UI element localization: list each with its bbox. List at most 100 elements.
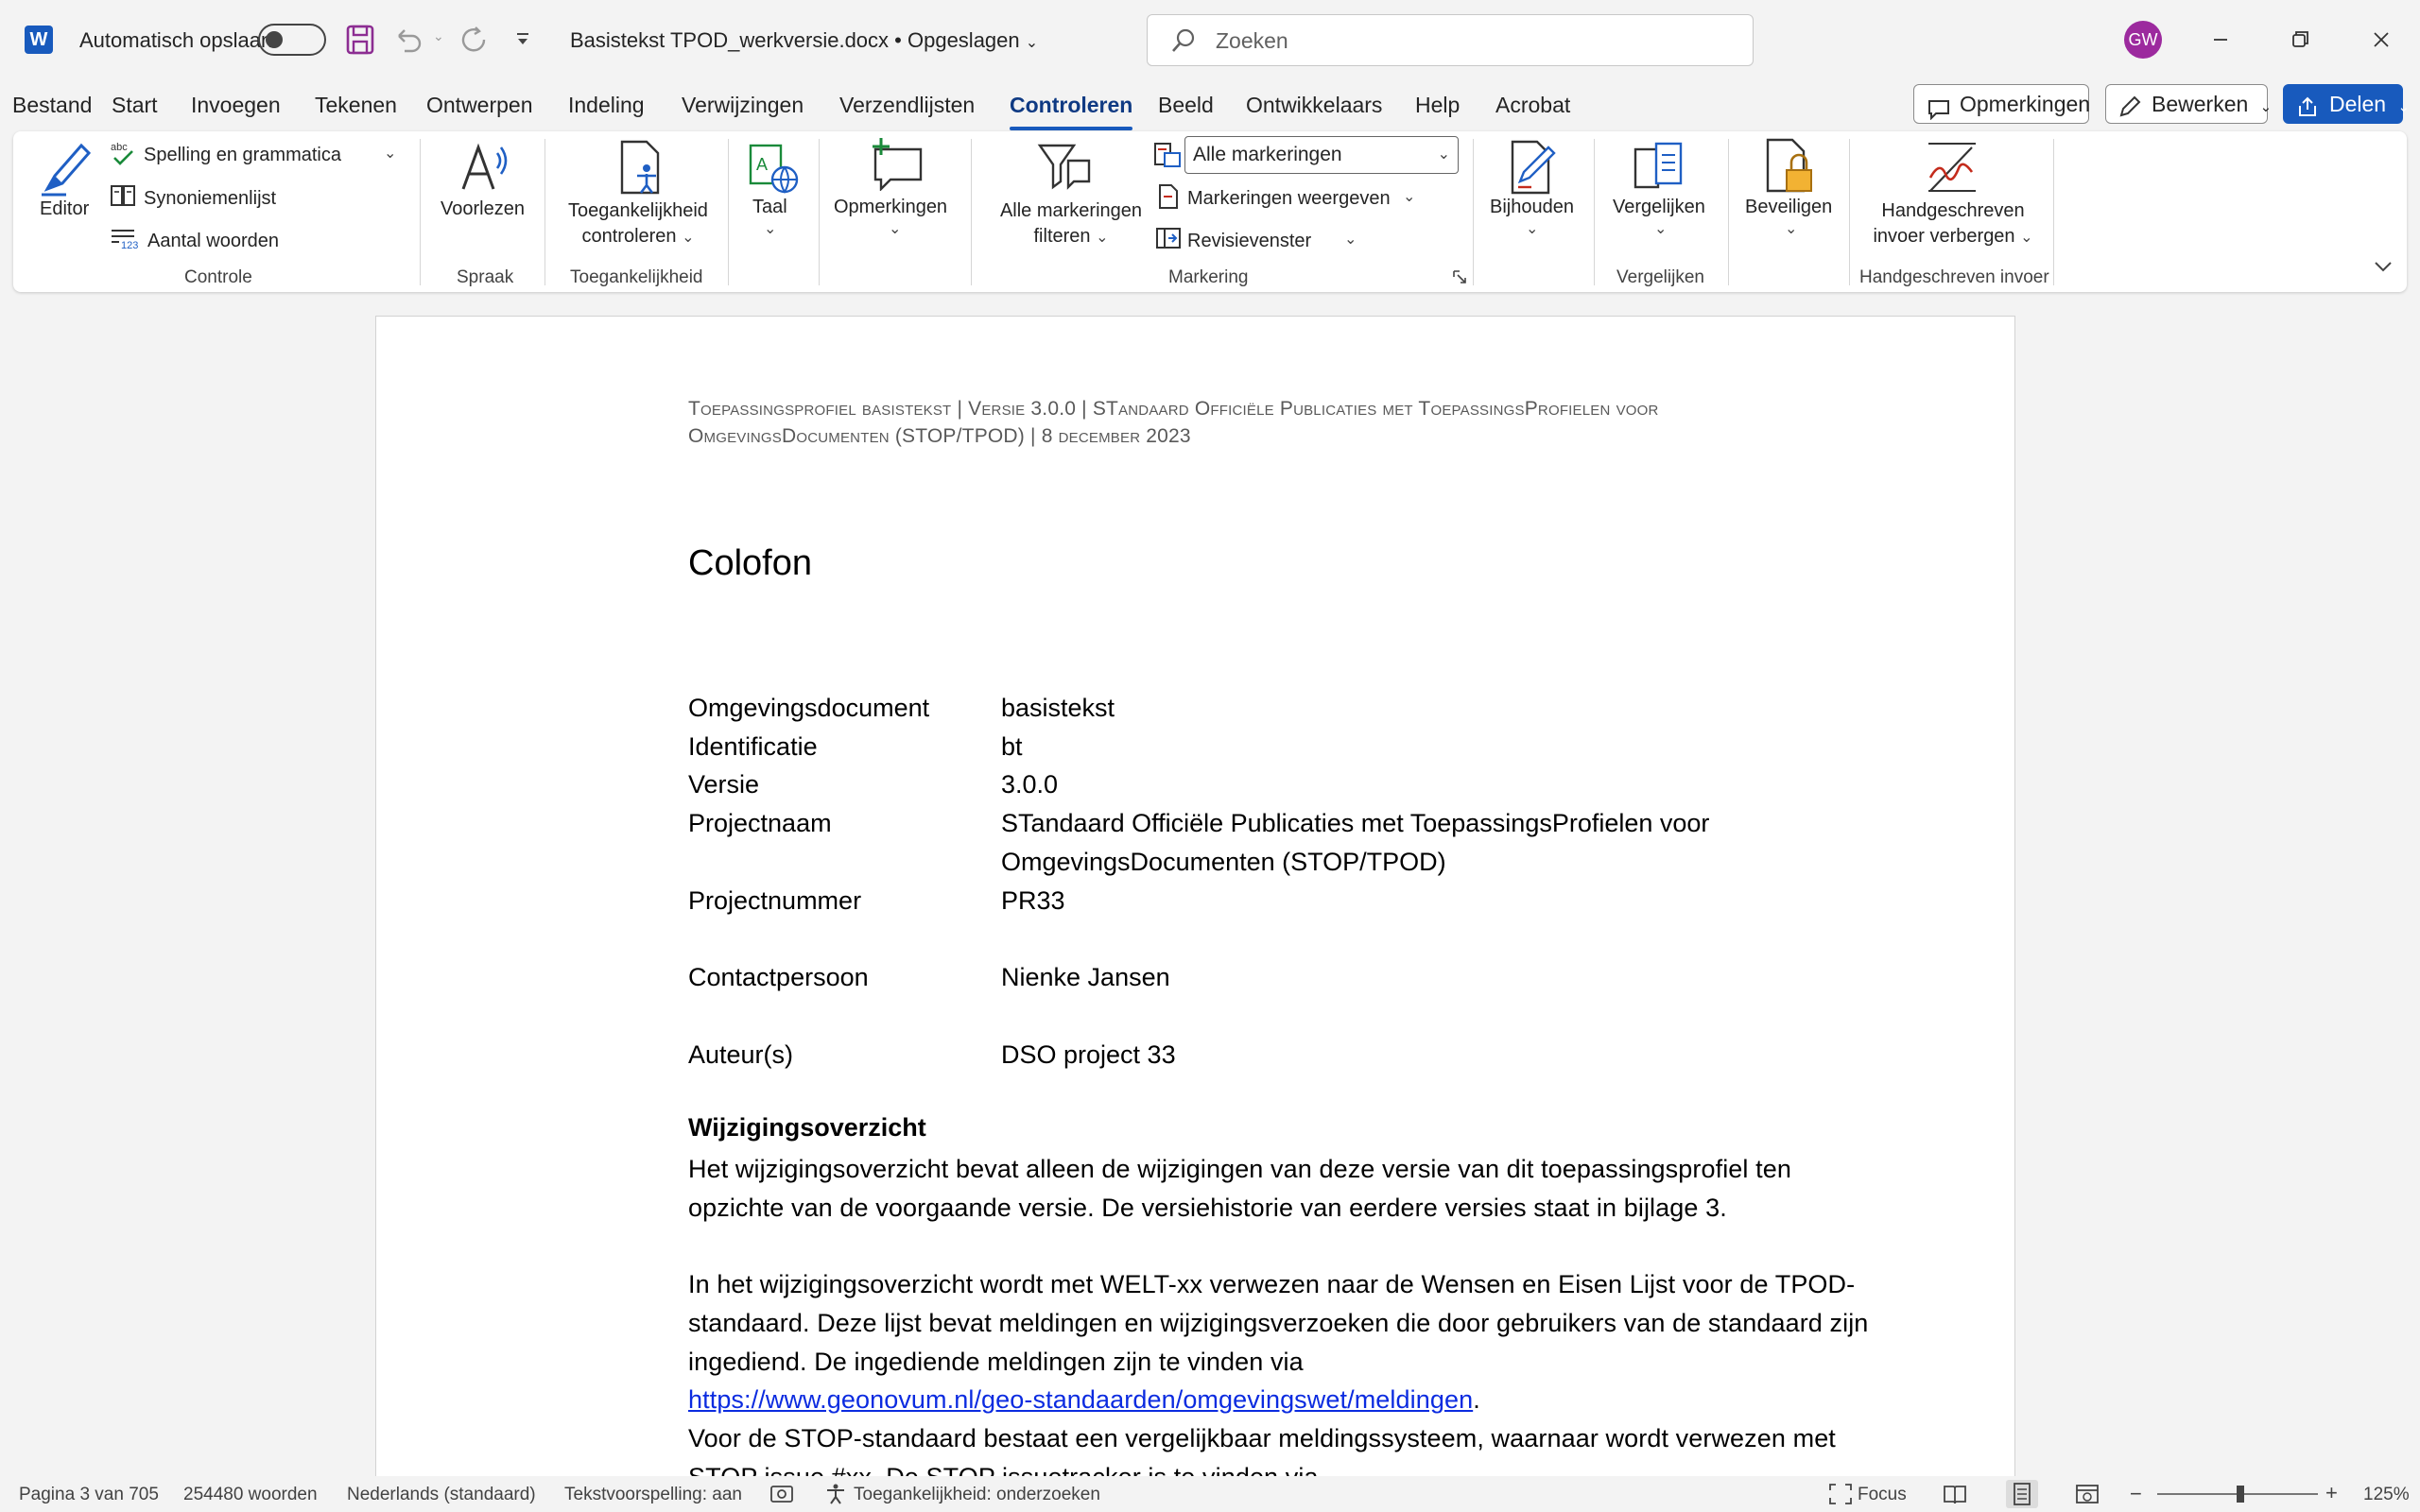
markup-icon (1153, 140, 1181, 167)
group-divider (819, 139, 820, 285)
chevron-down-icon: ⌄ (889, 221, 902, 237)
focus-button[interactable]: Focus (1858, 1485, 1907, 1505)
chevron-down-icon: ⌄ (1025, 35, 1039, 51)
tab-beeld[interactable]: Beeld (1158, 93, 1214, 118)
compare-button[interactable]: Vergelijken ⌄ (1605, 140, 1717, 249)
group-label-toegankelijkheid: Toegankelijkheid (570, 267, 703, 287)
read-mode-icon[interactable] (1943, 1483, 1967, 1511)
accessibility-status-icon (824, 1483, 847, 1511)
tab-ontwikkelaars[interactable]: Ontwikkelaars (1246, 93, 1382, 118)
search-placeholder: Zoeken (1216, 28, 1288, 53)
search-input[interactable]: Zoeken (1147, 14, 1754, 66)
group-divider (728, 139, 729, 285)
show-markup-button[interactable]: Markeringen weergeven ⌄ (1153, 183, 1427, 212)
new-comment-icon (870, 136, 925, 196)
markup-display-select[interactable]: Alle markeringen ⌄ (1184, 136, 1459, 174)
group-divider (1594, 139, 1595, 285)
spelling-grammar-button[interactable]: abc Spelling en grammatica ⌄ (110, 140, 397, 168)
track-changes-icon (1507, 140, 1562, 199)
language-status[interactable]: Nederlands (standaard) (347, 1485, 536, 1505)
print-layout-icon[interactable] (2006, 1480, 2038, 1508)
edit-mode-button[interactable]: Bewerken ⌄ (2105, 84, 2272, 124)
undo-dropdown-icon[interactable]: ⌄ (433, 28, 444, 44)
hide-ink-button[interactable]: Handgeschreven invoer verbergen ⌄ (1858, 140, 2048, 253)
chevron-down-icon: ⌄ (1344, 232, 1357, 248)
zoom-in-icon[interactable]: + (2325, 1481, 2338, 1505)
svg-text:abc: abc (111, 142, 128, 153)
tab-tekenen[interactable]: Tekenen (315, 93, 397, 118)
svg-text:A: A (756, 155, 768, 174)
autosave-label: Automatisch opslaan (79, 28, 273, 52)
check-accessibility-button[interactable]: Toegankelijkheid controleren ⌄ (560, 140, 717, 253)
document-page[interactable]: Toepassingsprofiel basistekst | Versie 3… (375, 316, 2015, 1512)
group-label-handgeschreven-invoer: Handgeschreven invoer (1859, 267, 2049, 287)
redo-icon[interactable] (458, 25, 489, 55)
document-title[interactable]: Basistekst TPOD_werkversie.docx • Opgesl… (570, 28, 1038, 53)
tab-invoegen[interactable]: Invoegen (191, 93, 281, 118)
ink-icon (1925, 140, 1979, 199)
chevron-down-icon: ⌄ (682, 230, 695, 246)
collapse-ribbon-icon[interactable] (2373, 259, 2394, 279)
comments-button[interactable]: Opmerkingen (1913, 84, 2090, 124)
save-icon[interactable] (346, 25, 374, 55)
tab-bestand[interactable]: Bestand (12, 93, 92, 118)
markup-options-launcher-icon[interactable] (1452, 269, 1467, 289)
tab-verzendlijsten[interactable]: Verzendlijsten (839, 93, 975, 118)
group-divider (1728, 139, 1729, 285)
tab-acrobat[interactable]: Acrobat (1495, 93, 1570, 118)
meldingen-link[interactable]: https://www.geonovum.nl/geo-standaarden/… (688, 1385, 1473, 1414)
read-aloud-button[interactable]: Voorlezen (437, 140, 531, 225)
undo-icon[interactable] (393, 25, 424, 55)
reviewing-pane-button[interactable]: Revisievenster ⌄ (1153, 226, 1361, 254)
language-button[interactable]: A Taal ⌄ (741, 140, 805, 244)
zoom-slider-thumb[interactable] (2237, 1486, 2244, 1503)
customize-icon[interactable] (513, 30, 532, 49)
macro-icon[interactable] (769, 1483, 794, 1511)
zoom-out-icon[interactable]: − (2130, 1482, 2142, 1506)
reviewing-pane-icon (1155, 226, 1182, 250)
tab-start[interactable]: Start (112, 93, 158, 118)
thesaurus-icon (110, 183, 136, 208)
tab-controleren[interactable]: Controleren (1010, 93, 1133, 130)
share-button[interactable]: Delen ⌄ (2283, 84, 2410, 124)
restore-icon[interactable] (2272, 19, 2328, 60)
page-count[interactable]: Pagina 3 van 705 (19, 1485, 159, 1505)
chevron-down-icon: ⌄ (384, 146, 397, 162)
minimize-icon[interactable] (2192, 19, 2249, 60)
chevron-down-icon: ⌄ (1785, 221, 1798, 237)
zoom-level[interactable]: 125% (2363, 1485, 2410, 1505)
group-divider (2053, 139, 2054, 285)
status-bar: Pagina 3 van 705 254480 woorden Nederlan… (0, 1476, 2420, 1512)
chevron-down-icon: ⌄ (1403, 189, 1416, 205)
group-divider (544, 139, 545, 285)
filter-icon (1036, 140, 1093, 199)
svg-text:123: 123 (121, 240, 138, 250)
focus-icon (1828, 1483, 1853, 1511)
filter-markup-button[interactable]: Alle markeringen filteren ⌄ (983, 140, 1150, 253)
thesaurus-button[interactable]: Synoniemenlijst (110, 183, 299, 212)
tab-ontwerpen[interactable]: Ontwerpen (426, 93, 533, 118)
tab-verwijzingen[interactable]: Verwijzingen (682, 93, 804, 118)
share-icon (2295, 93, 2320, 130)
group-label-spraak: Spraak (457, 267, 514, 287)
group-label-vergelijken: Vergelijken (1616, 267, 1704, 287)
word-count[interactable]: 254480 woorden (183, 1485, 318, 1505)
web-layout-icon[interactable] (2075, 1483, 2100, 1511)
tab-help[interactable]: Help (1415, 93, 1460, 118)
chevron-down-icon: ⌄ (2259, 99, 2273, 115)
text-prediction-status[interactable]: Tekstvoorspelling: aan (564, 1485, 742, 1505)
chevron-down-icon: ⌄ (2020, 230, 2033, 246)
close-icon[interactable] (2353, 19, 2410, 60)
page-header: Toepassingsprofiel basistekst | Versie 3… (688, 398, 1659, 447)
avatar[interactable]: GW (2124, 21, 2162, 59)
track-changes-button[interactable]: Bijhouden ⌄ (1482, 140, 1584, 249)
word-count-button[interactable]: 123 Aantal woorden (110, 226, 299, 254)
tab-indeling[interactable]: Indeling (568, 93, 645, 118)
autosave-toggle[interactable] (258, 24, 326, 56)
protect-button[interactable]: Beveiligen ⌄ (1737, 136, 1841, 249)
group-divider (971, 139, 972, 285)
accessibility-status[interactable]: Toegankelijkheid: onderzoeken (854, 1485, 1100, 1505)
pencil-icon (2118, 93, 2142, 130)
group-label-markering: Markering (1168, 267, 1249, 287)
new-comment-button[interactable]: Opmerkingen ⌄ (828, 136, 960, 249)
